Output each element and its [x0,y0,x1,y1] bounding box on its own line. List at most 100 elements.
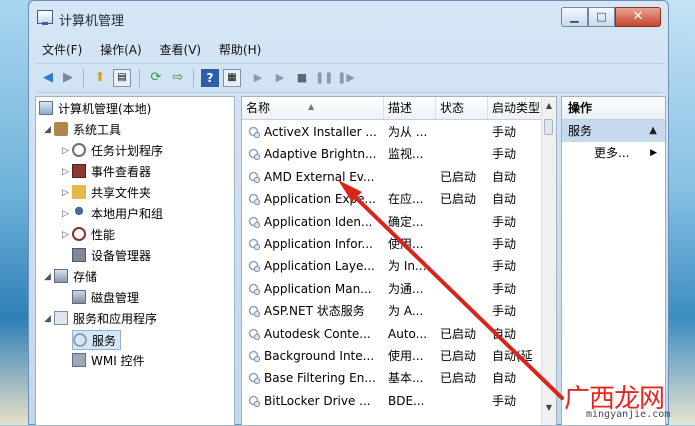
computer-management-window: 计算机管理 ▁ □ ✕ 文件(F) 操作(A) 查看(V) 帮助(H) ◀ ▶ … [28,0,669,426]
column-description[interactable]: 描述 [384,97,436,119]
toolbar-separator [83,69,84,87]
table-row[interactable]: Application Laye... 为 In... 手动 [242,255,542,277]
tree-wmi-control[interactable]: WMI 控件 [72,351,145,371]
toolbar-separator [139,69,140,87]
service-description: 为通... [388,281,424,296]
tree-root[interactable]: 计算机管理(本地) [39,99,151,119]
vertical-scrollbar[interactable]: ▲ ▼ [541,97,556,425]
expand-icon[interactable]: ▷ [62,162,69,182]
up-folder-icon[interactable]: ⬆ [91,69,109,87]
column-startup-type[interactable]: 启动类型 [488,97,544,119]
properties-icon[interactable]: ▦ [223,69,241,87]
maximize-button[interactable]: □ [588,7,615,27]
disk-icon [72,290,86,304]
help-icon[interactable]: ? [201,69,219,87]
table-row[interactable]: Autodesk Conte... Auto... 已启动 自动 [242,323,542,345]
storage-icon [54,269,68,283]
tree-task-scheduler[interactable]: ▷ 任务计划程序 [62,141,163,161]
expand-icon[interactable]: ▷ [62,141,69,161]
tree-services-and-apps[interactable]: ◢ 服务和应用程序 [44,309,157,329]
tree-system-tools[interactable]: ◢ 系统工具 [44,120,121,140]
service-status: 已启动 [440,371,477,386]
scroll-thumb[interactable] [544,119,553,135]
service-name: Application Laye... [264,259,375,274]
table-row[interactable]: Application Expe... 在应... 已启动 自动 [242,188,542,210]
tree-services[interactable]: 服务 [72,330,122,350]
table-row[interactable]: Application Iden... 确定... 手动 [242,211,542,233]
service-description: Auto... [388,326,428,341]
tree-device-manager-label: 设备管理器 [91,249,152,263]
service-name: AMD External Ev... [264,169,375,184]
expand-icon[interactable]: ▷ [62,204,69,224]
restart-service-icon[interactable]: ❚▶ [337,69,355,87]
table-row[interactable]: Application Infor... 使用... 手动 [242,233,542,255]
service-status [440,121,488,143]
tree-local-users[interactable]: ▷ 本地用户和组 [62,204,163,224]
back-arrow-icon[interactable]: ◀ [39,69,57,87]
table-row[interactable]: AMD External Ev... 已启动 自动 [242,166,542,188]
table-row[interactable]: ASP.NET 状态服务 为 A... 手动 [242,300,542,322]
desktop-background-right [665,0,695,425]
sort-ascending-icon: ▲ [308,102,315,111]
service-status [440,143,488,165]
tree-event-viewer[interactable]: ▷ 事件查看器 [62,162,151,182]
pause-service-icon[interactable]: ❚❚ [315,69,333,87]
column-status[interactable]: 状态 [436,97,488,119]
stop-service-icon[interactable]: ■ [293,69,311,87]
service-status [440,278,488,300]
table-row[interactable]: Application Man... 为通... 手动 [242,278,542,300]
table-row[interactable]: Background Inte... 使用... 已启动 自动(延 [242,345,542,367]
forward-arrow-icon[interactable]: ▶ [59,69,77,87]
menu-view[interactable]: 查看(V) [153,39,209,60]
collapse-up-icon[interactable]: ▲ [649,120,657,142]
scroll-up-icon[interactable]: ▲ [542,99,556,113]
watermark-url: mingyanjie.com [586,409,671,420]
service-status [440,300,488,322]
tree-storage[interactable]: ◢ 存储 [44,267,97,287]
service-gear-icon [248,126,261,139]
menu-action[interactable]: 操作(A) [93,39,149,60]
tree-shared-folders[interactable]: ▷ 共享文件夹 [62,183,152,203]
shared-folder-icon [72,185,86,199]
service-description: 使用... [388,349,424,363]
tree-device-manager[interactable]: 设备管理器 [72,246,151,266]
table-row[interactable]: ActiveX Installer ... 为从 ... 手动 [242,121,542,143]
column-name[interactable]: 名称 ▲ [242,97,384,119]
service-startup-type: 自动 [492,192,517,207]
menu-file[interactable]: 文件(F) [35,39,89,60]
title-bar[interactable]: 计算机管理 ▁ □ ✕ [29,1,668,33]
expand-icon[interactable]: ▷ [62,225,69,245]
expand-icon[interactable]: ▷ [62,183,69,203]
collapse-icon[interactable]: ◢ [44,267,51,287]
menu-help[interactable]: 帮助(H) [212,39,268,60]
start-service-alt-icon[interactable]: ▶ [271,69,289,87]
export-list-icon[interactable]: ⇨ [169,69,187,87]
service-name: ASP.NET 状态服务 [264,304,365,319]
tree-performance[interactable]: ▷ 性能 [62,225,115,245]
service-startup-type: 自动 [492,371,517,386]
service-description: 监视... [388,147,424,162]
minimize-button[interactable]: ▁ [561,7,588,27]
start-service-icon[interactable]: ▶ [249,69,267,87]
more-actions-label: 更多... [594,146,630,160]
more-actions[interactable]: 更多... ▶ [562,142,665,164]
collapse-icon[interactable]: ◢ [44,309,51,329]
scroll-down-icon[interactable]: ▼ [542,401,556,415]
collapse-icon[interactable]: ◢ [44,120,51,140]
computer-management-icon [37,10,53,25]
table-row[interactable]: Adaptive Brightn... 监视... 手动 [242,143,542,165]
actions-section-label: 服务 [568,124,593,138]
refresh-icon[interactable]: ⟳ [147,69,165,87]
close-button[interactable]: ✕ [615,7,661,27]
show-hide-tree-icon[interactable]: ▤ [113,69,131,87]
tools-icon [54,122,68,136]
tree-shared-folders-label: 共享文件夹 [91,186,152,200]
table-row[interactable]: Base Filtering En... 基本... 已启动 自动 [242,367,542,389]
performance-icon [72,227,86,241]
service-description: BDE... [388,393,425,408]
table-row[interactable]: BitLocker Drive ... BDE... 手动 [242,390,542,412]
service-description [388,166,436,188]
event-log-icon [72,164,86,178]
actions-section-services[interactable]: 服务 ▲ [562,120,665,142]
tree-disk-management[interactable]: 磁盘管理 [72,288,139,308]
